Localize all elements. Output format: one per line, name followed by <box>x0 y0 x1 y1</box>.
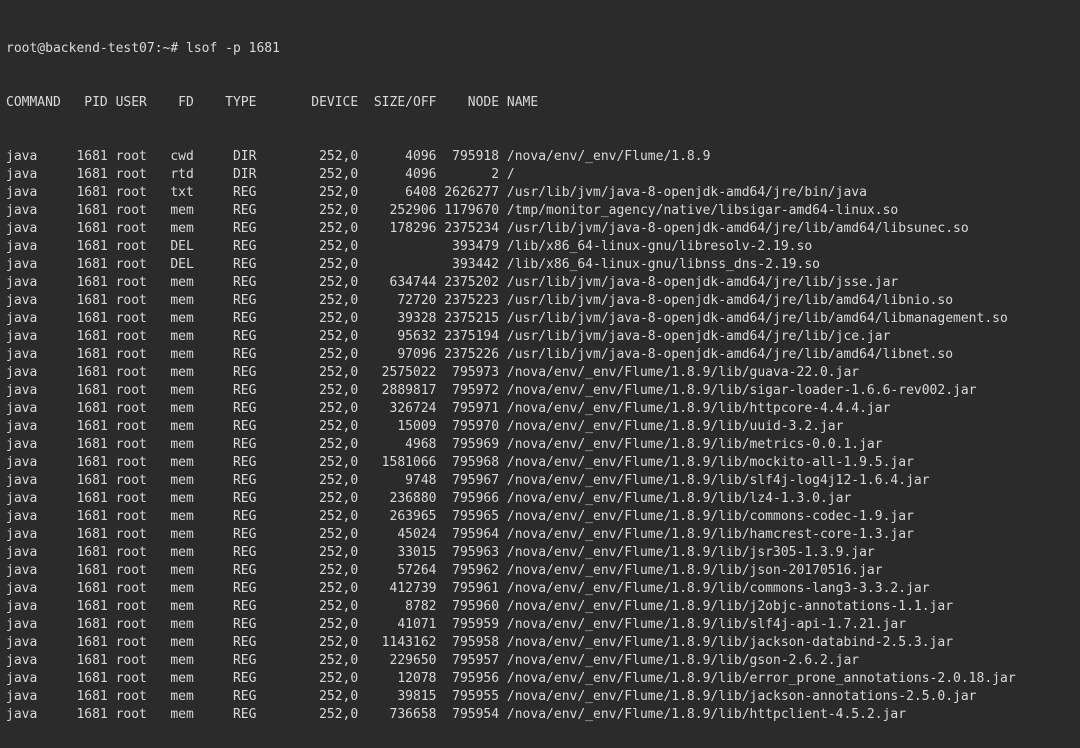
lsof-row: java 1681 root mem REG 252,0 236880 7959… <box>6 490 1074 508</box>
lsof-row: java 1681 root DEL REG 252,0 393442 /lib… <box>6 256 1074 274</box>
lsof-row: java 1681 root mem REG 252,0 2575022 795… <box>6 364 1074 382</box>
lsof-row: java 1681 root mem REG 252,0 229650 7959… <box>6 652 1074 670</box>
lsof-row: java 1681 root txt REG 252,0 6408 262627… <box>6 184 1074 202</box>
lsof-row: java 1681 root mem REG 252,0 72720 23752… <box>6 292 1074 310</box>
lsof-row: java 1681 root rtd DIR 252,0 4096 2 / <box>6 166 1074 184</box>
lsof-row: java 1681 root mem REG 252,0 1143162 795… <box>6 634 1074 652</box>
lsof-row: java 1681 root mem REG 252,0 97096 23752… <box>6 346 1074 364</box>
lsof-row: java 1681 root mem REG 252,0 57264 79596… <box>6 562 1074 580</box>
lsof-row: java 1681 root mem REG 252,0 95632 23751… <box>6 328 1074 346</box>
lsof-row: java 1681 root mem REG 252,0 178296 2375… <box>6 220 1074 238</box>
lsof-row: java 1681 root mem REG 252,0 41071 79595… <box>6 616 1074 634</box>
lsof-row: java 1681 root mem REG 252,0 12078 79595… <box>6 670 1074 688</box>
lsof-row: java 1681 root mem REG 252,0 2889817 795… <box>6 382 1074 400</box>
lsof-row: java 1681 root mem REG 252,0 1581066 795… <box>6 454 1074 472</box>
shell-prompt-line: root@backend-test07:~# lsof -p 1681 <box>6 40 1074 58</box>
terminal-output[interactable]: root@backend-test07:~# lsof -p 1681 COMM… <box>0 0 1080 748</box>
lsof-row: java 1681 root mem REG 252,0 45024 79596… <box>6 526 1074 544</box>
lsof-row: java 1681 root mem REG 252,0 634744 2375… <box>6 274 1074 292</box>
lsof-row: java 1681 root cwd DIR 252,0 4096 795918… <box>6 148 1074 166</box>
prompt-symbol: # <box>170 41 178 56</box>
lsof-row: java 1681 root mem REG 252,0 252906 1179… <box>6 202 1074 220</box>
lsof-row: java 1681 root mem REG 252,0 736658 7959… <box>6 706 1074 724</box>
lsof-row: java 1681 root mem REG 252,0 15009 79597… <box>6 418 1074 436</box>
lsof-row: java 1681 root mem REG 252,0 33015 79596… <box>6 544 1074 562</box>
lsof-row: java 1681 root mem REG 252,0 326724 7959… <box>6 400 1074 418</box>
lsof-rows: java 1681 root cwd DIR 252,0 4096 795918… <box>6 148 1074 724</box>
prompt-user-host: root@backend-test07 <box>6 41 155 56</box>
lsof-row: java 1681 root mem REG 252,0 39815 79595… <box>6 688 1074 706</box>
lsof-row: java 1681 root mem REG 252,0 39328 23752… <box>6 310 1074 328</box>
prompt-command: lsof -p 1681 <box>186 41 280 56</box>
lsof-row: java 1681 root mem REG 252,0 9748 795967… <box>6 472 1074 490</box>
lsof-row: java 1681 root mem REG 252,0 412739 7959… <box>6 580 1074 598</box>
lsof-row: java 1681 root DEL REG 252,0 393479 /lib… <box>6 238 1074 256</box>
lsof-row: java 1681 root mem REG 252,0 4968 795969… <box>6 436 1074 454</box>
lsof-row: java 1681 root mem REG 252,0 263965 7959… <box>6 508 1074 526</box>
lsof-header-row: COMMAND PID USER FD TYPE DEVICE SIZE/OFF… <box>6 94 1074 112</box>
lsof-row: java 1681 root mem REG 252,0 8782 795960… <box>6 598 1074 616</box>
